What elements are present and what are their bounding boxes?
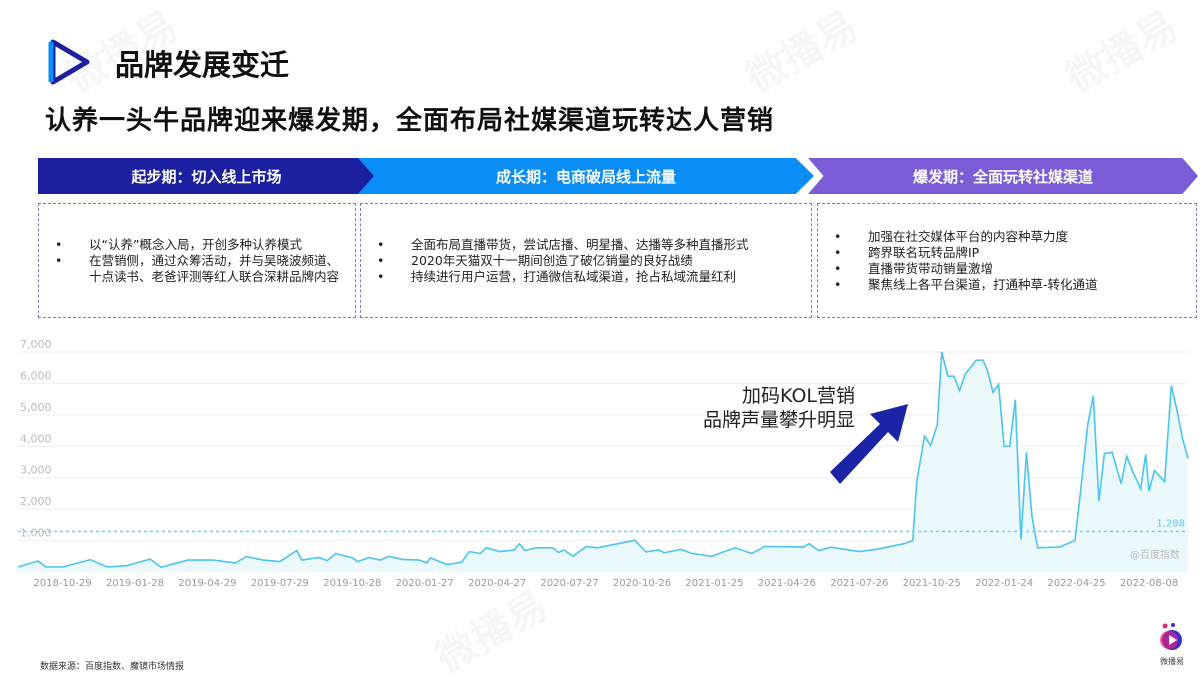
average-label: 1,288: [1156, 519, 1185, 530]
play-icon: [45, 38, 93, 86]
phase-banner-burst: 爆发期：全面玩转社媒渠道: [808, 158, 1198, 194]
y-tick-label: 4,000: [20, 432, 52, 445]
y-tick-label: 2,000: [20, 495, 52, 508]
x-tick-label: 2021-10-25: [903, 578, 961, 589]
x-tick-label: 2021-01-25: [685, 578, 743, 589]
x-tick-label: 2020-07-27: [541, 578, 599, 589]
phase-box-growth: 全面布局直播带货，尝试店播、明星播、达播等多种直播形式2020年天猫双十一期间创…: [360, 203, 812, 318]
x-tick-label: 2021-04-26: [758, 578, 816, 589]
x-tick-label: 2019-01-28: [106, 578, 164, 589]
x-tick-label: 2019-10-28: [323, 578, 381, 589]
page-subtitle: 认养一头牛品牌迎来爆发期，全面布局社媒渠道玩转达人营销: [45, 100, 774, 137]
y-tick-label: 6,000: [20, 369, 52, 382]
bullet-item: 以“认养”概念入局，开创多种认养模式: [49, 237, 345, 253]
x-tick-label: 2019-04-29: [178, 578, 236, 589]
logo-icon: [1159, 622, 1185, 652]
phase-label: 爆发期：全面玩转社媒渠道: [913, 166, 1093, 187]
bullet-item: 持续进行用户运营，打通微信私域渠道，抢占私域流量红利: [371, 269, 801, 285]
bullet-item: 聚焦线上各平台渠道，打通种草-转化通道: [828, 277, 1186, 293]
bullet-item: 2020年天猫双十一期间创造了破亿销量的良好战绩: [371, 253, 801, 269]
watermark: 微播易: [1054, 0, 1187, 104]
y-tick-label: 7,000: [20, 338, 52, 351]
x-tick-label: 2021-07-26: [830, 578, 888, 589]
phase-label: 成长期：电商破局线上流量: [496, 166, 676, 187]
x-tick-label: 2022-08-08: [1120, 578, 1178, 589]
brand-index-chart: 1,288 @百度指数 1,000 2,000 3,000 4,000 5,000 6,0…: [0, 330, 1200, 595]
phase-box-start: 以“认养”概念入局，开创多种认养模式在营销侧，通过众筹活动，并与吴晓波频道、十点…: [38, 203, 356, 318]
x-tick-label: 2019-07-29: [251, 578, 309, 589]
y-tick-label: 3,000: [20, 464, 52, 477]
source-label: @百度指数: [1130, 548, 1180, 561]
annotation: 加码KOL营销 品牌声量攀升明显: [680, 384, 855, 432]
x-tick-label: 2020-10-26: [613, 578, 671, 589]
phase-banner-growth: 成长期：电商破局线上流量: [358, 158, 814, 194]
logo: 微播易: [1152, 622, 1192, 667]
phase-label: 起步期：切入线上市场: [131, 166, 281, 187]
x-tick-label: 2020-04-27: [468, 578, 526, 589]
logo-text: 微播易: [1152, 656, 1192, 667]
bullet-item: 跨界联名玩转品牌IP: [828, 245, 1186, 261]
annotation-line: 加码KOL营销: [680, 384, 855, 408]
x-tick-label: 2020-01-27: [396, 578, 454, 589]
x-tick-label: 2022-04-25: [1048, 578, 1106, 589]
x-tick-label: 2018-10-29: [34, 578, 92, 589]
y-tick-label: 5,000: [20, 401, 52, 414]
page-title: 品牌发展变迁: [115, 42, 289, 84]
bullet-item: 在营销侧，通过众筹活动，并与吴晓波频道、十点读书、老爸评测等红人联合深耕品牌内容: [49, 253, 345, 285]
phase-banner-start: 起步期：切入线上市场: [38, 158, 375, 194]
x-tick-label: 2022-01-24: [975, 578, 1033, 589]
bullet-item: 全面布局直播带货，尝试店播、明星播、达播等多种直播形式: [371, 237, 801, 253]
watermark: 微播易: [734, 0, 867, 104]
annotation-line: 品牌声量攀升明显: [680, 408, 855, 432]
y-tick-label: 1,000: [20, 527, 52, 540]
series-area: [18, 352, 1188, 572]
bullet-item: 加强在社交媒体平台的内容种草力度: [828, 229, 1186, 245]
phase-box-burst: 加强在社交媒体平台的内容种草力度跨界联名玩转品牌IP直播带货带动销量激增聚焦线上…: [817, 203, 1197, 318]
bullet-item: 直播带货带动销量激增: [828, 261, 1186, 277]
data-source: 数据来源：百度指数、魔镜市场情报: [40, 659, 184, 672]
